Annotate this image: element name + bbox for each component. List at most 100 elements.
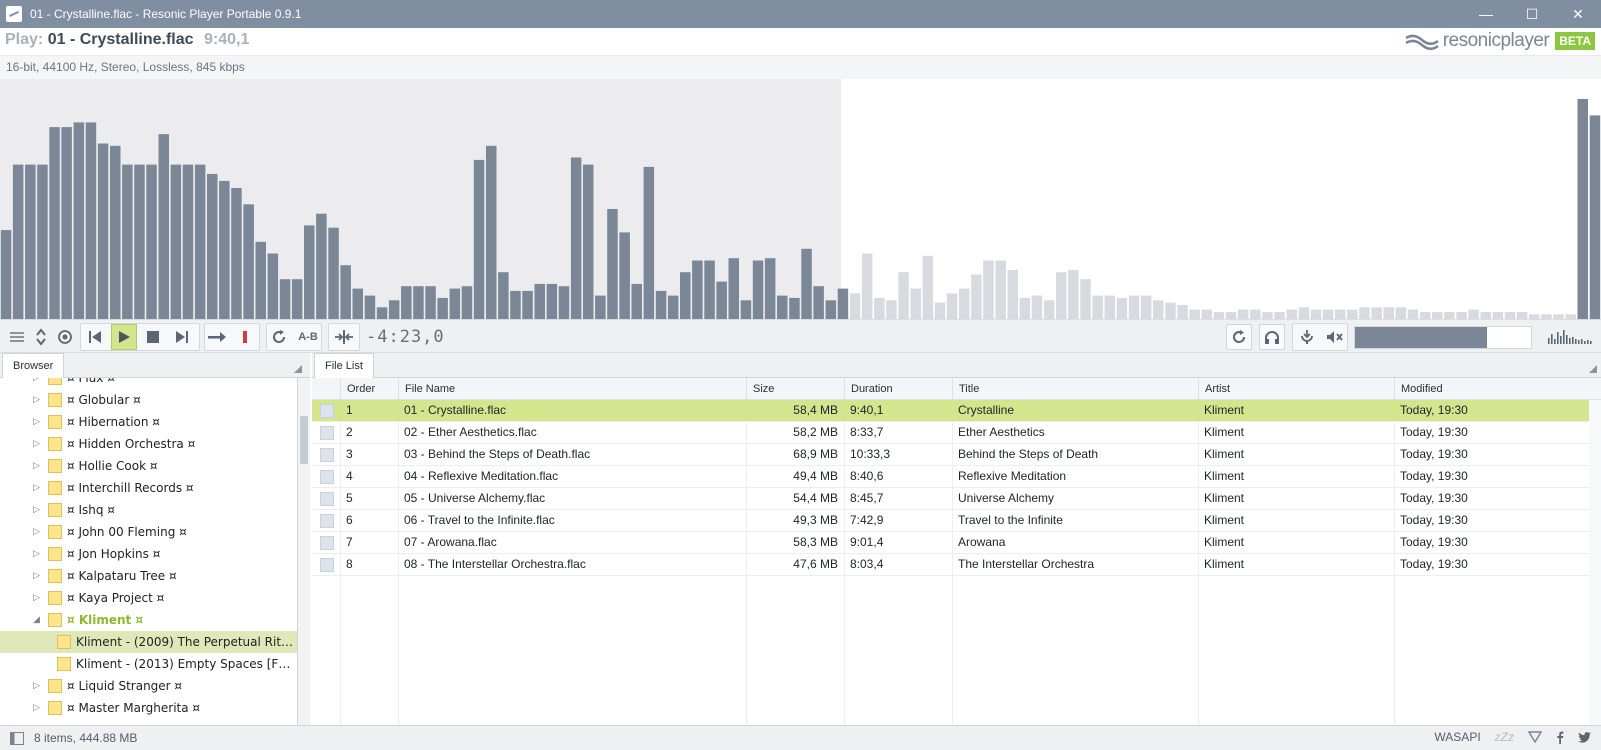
repeat-icon[interactable] [266, 324, 292, 350]
table-row[interactable]: 2 02 - Ether Aesthetics.flac 58,2 MB 8:33,7… [312, 422, 1589, 444]
collapsed-arrow-icon[interactable]: ▷ [33, 378, 43, 383]
headphones-icon[interactable] [1259, 324, 1285, 350]
tree-folder[interactable]: ▷ ¤ Jon Hopkins ¤ [0, 543, 297, 565]
tree-label: ¤ Hidden Orchestra ¤ [67, 437, 196, 451]
row-select-checkbox[interactable] [320, 536, 334, 550]
column-header-size[interactable]: Size [746, 378, 844, 400]
column-header-title[interactable]: Title [952, 378, 1198, 400]
updown-icon[interactable] [28, 324, 54, 350]
tree-scrollbar[interactable] [298, 378, 310, 725]
collapsed-arrow-icon[interactable]: ▷ [33, 549, 43, 559]
waveform-bar [255, 241, 266, 319]
reload-icon[interactable] [1226, 324, 1252, 350]
tree-folder[interactable]: ▷ ¤ Kalpataru Tree ¤ [0, 565, 297, 587]
sleep-label[interactable]: zZz [1495, 730, 1514, 744]
tree-folder[interactable]: ▷ ¤ Kaya Project ¤ [0, 587, 297, 609]
close-icon[interactable]: ✕ [1555, 0, 1601, 28]
minimize-icon[interactable]: — [1463, 0, 1509, 28]
waveform-bar [231, 188, 242, 319]
column-header-duration[interactable]: Duration [844, 378, 952, 400]
tree-folder[interactable]: ▷ ¤ Globular ¤ [0, 389, 297, 411]
tree-folder[interactable]: ▷ ¤ Flux ¤ [0, 378, 297, 389]
waveform-bar [437, 297, 448, 319]
waveform-display[interactable] [0, 79, 1601, 319]
tab-browser[interactable]: Browser [2, 353, 65, 378]
tree-folder[interactable]: ▷ ¤ Hibernation ¤ [0, 411, 297, 433]
cell-size: 47,6 MB [793, 557, 838, 571]
table-row[interactable]: 8 08 - The Interstellar Orchestra.flac 47,… [312, 554, 1589, 576]
output-device[interactable]: WASAPI [1434, 730, 1480, 744]
maximize-icon[interactable]: ☐ [1509, 0, 1555, 28]
table-row[interactable]: 4 04 - Reflexive Meditation.flac 49,4 MB 8:… [312, 466, 1589, 488]
collapsed-arrow-icon[interactable]: ▷ [33, 505, 43, 515]
collapsed-arrow-icon[interactable]: ▷ [33, 681, 43, 691]
row-select-checkbox[interactable] [320, 492, 334, 506]
facebook-icon[interactable] [1556, 731, 1564, 744]
crossfade-icon[interactable] [331, 324, 357, 350]
expanded-arrow-icon[interactable]: ◢ [33, 615, 43, 625]
column-header-order[interactable]: Order [340, 378, 398, 400]
row-select-checkbox[interactable] [320, 514, 334, 528]
row-select-checkbox[interactable] [320, 426, 334, 440]
tree-subfolder[interactable]: Kliment - (2013) Empty Spaces [FLAC] [0, 653, 297, 675]
table-row[interactable]: 7 07 - Arowana.flac 58,3 MB 9:01,4 Arowana Kl… [312, 532, 1589, 554]
filelist-grip-icon[interactable] [1589, 365, 1597, 373]
column-header-modified[interactable]: Modified [1394, 378, 1589, 400]
filter-icon[interactable] [1528, 731, 1542, 743]
file-list-scrollbar[interactable] [1589, 400, 1601, 725]
column-header-artist[interactable]: Artist [1198, 378, 1394, 400]
tree-folder[interactable]: ▷ ¤ Master Margherita ¤ [0, 697, 297, 719]
next-icon[interactable] [169, 324, 195, 350]
mic-icon[interactable] [1294, 324, 1320, 350]
collapsed-arrow-icon[interactable]: ▷ [33, 417, 43, 427]
cell-file: 03 - Behind the Steps of Death.flac [404, 447, 591, 461]
prev-icon[interactable] [82, 324, 108, 350]
row-select-checkbox[interactable] [320, 470, 334, 484]
brand-logo[interactable]: resonicplayer BETA [1405, 30, 1595, 52]
tree-scroll-thumb[interactable] [300, 416, 308, 464]
tab-file-list[interactable]: File List [314, 353, 374, 378]
play-icon[interactable] [111, 324, 137, 350]
row-select-checkbox[interactable] [320, 404, 334, 418]
spectrum-icon[interactable] [1547, 330, 1595, 344]
table-row[interactable]: 3 03 - Behind the Steps of Death.flac 68,9… [312, 444, 1589, 466]
collapsed-arrow-icon[interactable]: ▷ [33, 483, 43, 493]
cell-file: 02 - Ether Aesthetics.flac [404, 425, 537, 439]
target-icon[interactable] [52, 324, 78, 350]
table-row[interactable]: 1 01 - Crystalline.flac 58,4 MB 9:40,1 Cryst… [312, 400, 1589, 422]
tree-folder[interactable]: ▷ ¤ Hidden Orchestra ¤ [0, 433, 297, 455]
tree-folder[interactable]: ▷ ¤ Liquid Stranger ¤ [0, 675, 297, 697]
ab-repeat-icon[interactable]: A-B [294, 324, 322, 350]
tree-subfolder[interactable]: Kliment - (2009) The Perpetual Ritual [F… [0, 631, 297, 653]
collapsed-arrow-icon[interactable]: ▷ [33, 439, 43, 449]
record-icon[interactable] [232, 324, 258, 350]
column-header-file[interactable]: File Name [398, 378, 746, 400]
mute-icon[interactable] [1322, 324, 1348, 350]
tree-folder[interactable]: ▷ ¤ John 00 Fleming ¤ [0, 521, 297, 543]
browser-grip-icon[interactable] [294, 365, 302, 373]
table-row[interactable]: 5 05 - Universe Alchemy.flac 54,4 MB 8:45,7… [312, 488, 1589, 510]
panel-toggle-icon[interactable] [10, 732, 24, 745]
collapsed-arrow-icon[interactable]: ▷ [33, 461, 43, 471]
tree-folder[interactable]: ▷ ¤ Hollie Cook ¤ [0, 455, 297, 477]
table-row[interactable]: 6 06 - Travel to the Infinite.flac 49,3 MB… [312, 510, 1589, 532]
volume-level [1355, 327, 1487, 348]
collapsed-arrow-icon[interactable]: ▷ [33, 395, 43, 405]
time-remaining[interactable]: -4:23,0 [366, 327, 445, 347]
folder-icon [48, 701, 62, 715]
tree-folder[interactable]: ◢ ¤ Kliment ¤ [0, 609, 297, 631]
advance-icon[interactable] [204, 324, 230, 350]
collapsed-arrow-icon[interactable]: ▷ [33, 527, 43, 537]
row-select-checkbox[interactable] [320, 448, 334, 462]
tree-folder[interactable]: ▷ ¤ Interchill Records ¤ [0, 477, 297, 499]
row-select-checkbox[interactable] [320, 558, 334, 572]
stop-icon[interactable] [140, 324, 166, 350]
twitter-icon[interactable] [1578, 731, 1591, 743]
volume-slider[interactable] [1354, 326, 1532, 349]
waveform-bar [801, 248, 812, 319]
collapsed-arrow-icon[interactable]: ▷ [33, 593, 43, 603]
collapsed-arrow-icon[interactable]: ▷ [33, 703, 43, 713]
menu-icon[interactable] [4, 324, 30, 350]
collapsed-arrow-icon[interactable]: ▷ [33, 571, 43, 581]
tree-folder[interactable]: ▷ ¤ Ishq ¤ [0, 499, 297, 521]
